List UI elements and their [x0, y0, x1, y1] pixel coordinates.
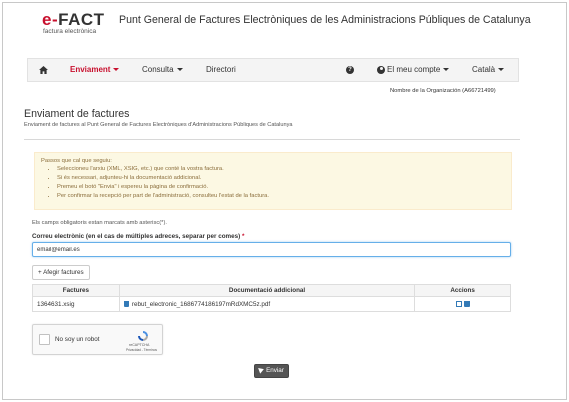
user-icon: [377, 65, 385, 74]
step-item: Si és necessari, adjunteu-hi la document…: [57, 174, 269, 183]
send-button-label: Enviar: [266, 367, 284, 374]
efact-logo: e-FACT factura electrònica: [42, 10, 112, 36]
column-header: Factures: [32, 284, 120, 297]
table-row: 1364631.xsig rebut_electronic_1686774186…: [32, 296, 511, 312]
nav-consulta[interactable]: Consulta: [142, 59, 183, 81]
home-icon[interactable]: [39, 66, 48, 74]
email-label: Correu electrònic (en el cas de múltiple…: [32, 233, 244, 240]
invoice-cell: 1364631.xsig: [32, 296, 120, 312]
recaptcha-icon: [138, 331, 148, 341]
send-button[interactable]: Enviar: [254, 364, 289, 378]
nav-directori-label: Directori: [206, 65, 236, 74]
attachment-filename: rebut_electronic_1686774186197mRdXMC5z.p…: [131, 300, 271, 308]
recaptcha-brand: reCAPTCHA: [129, 343, 150, 347]
page-title: Enviament de factures: [24, 108, 130, 120]
logo-prefix: e-: [42, 10, 59, 29]
send-icon: [258, 366, 265, 375]
chevron-down-icon: [498, 68, 505, 72]
recaptcha-label: No soy un robot: [55, 336, 100, 343]
help-icon: ?: [346, 65, 354, 74]
steps-panel: Passos que cal que seguiu: Seleccioneu l…: [34, 152, 512, 210]
organization-name: Nombre de la Organización (A66721499): [390, 88, 496, 94]
nav-directori[interactable]: Directori: [206, 59, 236, 81]
language-menu[interactable]: Català: [472, 59, 505, 81]
recaptcha-checkbox[interactable]: [39, 334, 50, 345]
email-field[interactable]: [32, 242, 511, 257]
email-label-text: Correu electrònic (en el cas de múltiple…: [32, 233, 241, 240]
step-item: Seleccioneu l'arxiu (XML, XSIG, etc.) qu…: [57, 165, 269, 174]
column-header: Documentació addicional: [118, 284, 416, 297]
page-subtitle: Enviament de factures al Punt General de…: [24, 122, 293, 128]
add-invoices-button[interactable]: + Afegir factures: [32, 265, 90, 280]
trash-icon[interactable]: [123, 300, 129, 307]
main-navbar: Enviament Consulta Directori ? El meu co…: [27, 58, 519, 82]
chevron-down-icon: [113, 68, 120, 72]
attachment-cell: rebut_electronic_1686774186197mRdXMC5z.p…: [118, 296, 416, 312]
required-fields-note: Els camps obligatoris estan marcats amb …: [32, 220, 167, 226]
recaptcha-widget: No soy un robot reCAPTCHA Privacidad - T…: [32, 324, 163, 355]
divider: [24, 139, 520, 140]
chevron-down-icon: [176, 68, 183, 72]
account-label: El meu compte: [387, 65, 441, 74]
account-menu[interactable]: El meu compte: [377, 59, 450, 81]
invoices-table: Factures Documentació addicional Accions…: [32, 284, 511, 312]
attach-icon[interactable]: [455, 300, 462, 307]
actions-cell: [414, 296, 511, 312]
chevron-down-icon: [443, 68, 450, 72]
logo-subtitle: factura electrònica: [43, 28, 97, 35]
logo-main-text: FACT: [58, 10, 105, 29]
delete-icon[interactable]: [463, 300, 470, 307]
nav-enviament-label: Enviament: [70, 65, 111, 74]
nav-enviament[interactable]: Enviament: [70, 59, 120, 81]
recaptcha-links[interactable]: Privacidad - Términos: [126, 348, 157, 352]
steps-list: Seleccioneu l'arxiu (XML, XSIG, etc.) qu…: [49, 165, 269, 201]
steps-title: Passos que cal que seguiu:: [41, 158, 112, 164]
table-header-row: Factures Documentació addicional Accions: [32, 284, 511, 297]
step-item: Per confirmar la recepció per part de l'…: [57, 192, 269, 201]
column-header: Accions: [414, 284, 511, 297]
site-title: Punt General de Factures Electròniques d…: [119, 14, 531, 26]
nav-consulta-label: Consulta: [142, 65, 174, 74]
language-label: Català: [472, 65, 496, 74]
help-button[interactable]: ?: [346, 59, 354, 81]
required-mark: *: [242, 233, 245, 240]
step-item: Premeu el botó "Envia" i espereu la pàgi…: [57, 183, 269, 192]
